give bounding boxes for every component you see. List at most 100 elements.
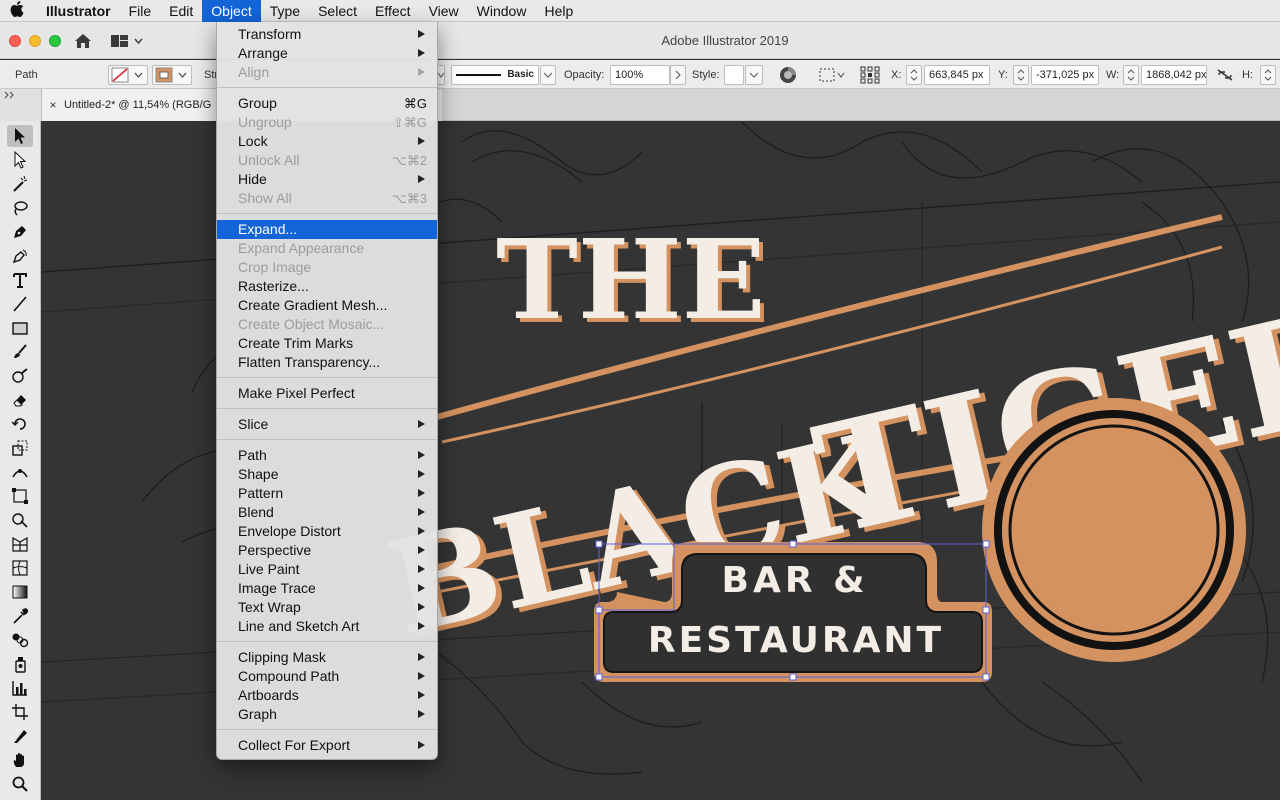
brush-definition-field[interactable]: Basic — [451, 64, 539, 85]
menu-item-hide[interactable]: Hide — [217, 170, 437, 189]
submenu-arrow-icon — [418, 508, 425, 516]
menu-item-group[interactable]: Group ⌘G — [217, 94, 437, 113]
blend-tool-icon[interactable] — [7, 629, 33, 651]
x-stepper[interactable] — [906, 64, 922, 85]
menu-item-line-and-sketch-art[interactable]: Line and Sketch Art — [217, 617, 437, 636]
style-dropdown[interactable] — [745, 64, 763, 85]
menu-item-clipping-mask[interactable]: Clipping Mask — [217, 648, 437, 667]
opacity-input[interactable]: 100% — [610, 64, 670, 85]
x-input[interactable]: 663,845 px — [924, 64, 990, 85]
menu-item-image-trace[interactable]: Image Trace — [217, 579, 437, 598]
recolor-artwork-icon[interactable] — [779, 60, 797, 89]
menu-edit[interactable]: Edit — [160, 0, 202, 22]
menu-object[interactable]: Object — [202, 0, 261, 22]
gradient-tool-icon[interactable] — [7, 581, 33, 603]
apple-menu-icon[interactable] — [0, 0, 34, 21]
menu-item-perspective[interactable]: Perspective — [217, 541, 437, 560]
hand-tool-icon[interactable] — [7, 749, 33, 771]
menu-item-create-object-mosaic: Create Object Mosaic... — [217, 315, 437, 334]
menu-item-create-trim-marks[interactable]: Create Trim Marks — [217, 334, 437, 353]
y-input[interactable]: -371,025 px — [1031, 64, 1099, 85]
menu-item-lock[interactable]: Lock — [217, 132, 437, 151]
slice-tool-icon[interactable] — [7, 725, 33, 747]
fill-swatch[interactable] — [108, 64, 148, 85]
menu-item-create-gradient-mesh[interactable]: Create Gradient Mesh... — [217, 296, 437, 315]
shaper-tool-icon[interactable] — [7, 365, 33, 387]
free-transform-tool-icon[interactable] — [7, 485, 33, 507]
menu-item-expand[interactable]: Expand... — [217, 220, 437, 239]
menu-item-label: Perspective — [238, 542, 312, 558]
artboard-tool-icon[interactable] — [7, 701, 33, 723]
menu-item-arrange[interactable]: Arrange — [217, 44, 437, 63]
selection-tool-icon[interactable] — [7, 125, 33, 147]
menu-item-text-wrap[interactable]: Text Wrap — [217, 598, 437, 617]
menu-illustrator[interactable]: Illustrator — [34, 0, 120, 22]
menu-file[interactable]: File — [120, 0, 161, 22]
menu-type[interactable]: Type — [261, 0, 309, 22]
menu-item-pattern[interactable]: Pattern — [217, 484, 437, 503]
magic-wand-tool-icon[interactable] — [7, 173, 33, 195]
menu-item-slice[interactable]: Slice — [217, 415, 437, 434]
stroke-swatch[interactable] — [152, 64, 192, 85]
column-graph-tool-icon[interactable] — [7, 677, 33, 699]
constrain-proportions-icon[interactable] — [1216, 60, 1234, 89]
menu-item-graph[interactable]: Graph — [217, 705, 437, 724]
menu-item-artboards[interactable]: Artboards — [217, 686, 437, 705]
align-to-icon[interactable] — [818, 60, 846, 89]
reference-point-icon[interactable] — [860, 60, 880, 89]
submenu-arrow-icon — [418, 672, 425, 680]
curvature-tool-icon[interactable] — [7, 245, 33, 267]
collapse-panel-icon[interactable] — [0, 89, 42, 121]
shape-builder-tool-icon[interactable] — [7, 509, 33, 531]
close-tab-icon[interactable]: × — [42, 98, 64, 112]
menu-item-transform[interactable]: Transform — [217, 25, 437, 44]
menu-item-rasterize[interactable]: Rasterize... — [217, 277, 437, 296]
menu-item-make-pixel-perfect[interactable]: Make Pixel Perfect — [217, 384, 437, 403]
submenu-arrow-icon — [418, 603, 425, 611]
menu-item-flatten-transparency[interactable]: Flatten Transparency... — [217, 353, 437, 372]
paintbrush-tool-icon[interactable] — [7, 341, 33, 363]
rectangle-tool-icon[interactable] — [7, 317, 33, 339]
menu-help[interactable]: Help — [535, 0, 582, 22]
symbol-sprayer-tool-icon[interactable] — [7, 653, 33, 675]
menu-item-live-paint[interactable]: Live Paint — [217, 560, 437, 579]
variable-width-dropdown[interactable] — [437, 64, 445, 85]
control-bar: Path Str Basic Opacity: 100% Style: X: 6… — [0, 60, 1280, 89]
line-segment-tool-icon[interactable] — [7, 293, 33, 315]
menu-item-collect-for-export[interactable]: Collect For Export — [217, 736, 437, 755]
rotate-tool-icon[interactable] — [7, 413, 33, 435]
menu-select[interactable]: Select — [309, 0, 366, 22]
direct-selection-tool-icon[interactable] — [7, 149, 33, 171]
brush-dropdown[interactable] — [540, 64, 556, 85]
type-tool-icon[interactable] — [7, 269, 33, 291]
menu-view[interactable]: View — [420, 0, 468, 22]
width-tool-icon[interactable] — [7, 461, 33, 483]
h-stepper[interactable] — [1260, 64, 1276, 85]
eyedropper-tool-icon[interactable] — [7, 605, 33, 627]
lasso-tool-icon[interactable] — [7, 197, 33, 219]
zoom-tool-icon[interactable] — [7, 773, 33, 795]
menu-item-envelope-distort[interactable]: Envelope Distort — [217, 522, 437, 541]
menu-item-label: Create Object Mosaic... — [238, 316, 385, 332]
menu-item-path[interactable]: Path — [217, 446, 437, 465]
menu-item-shape[interactable]: Shape — [217, 465, 437, 484]
w-stepper[interactable] — [1123, 64, 1139, 85]
pen-tool-icon[interactable] — [7, 221, 33, 243]
opacity-arrow-button[interactable] — [670, 64, 686, 85]
scale-tool-icon[interactable] — [7, 437, 33, 459]
submenu-arrow-icon — [418, 420, 425, 428]
menu-item-label: Image Trace — [238, 580, 316, 596]
menu-window[interactable]: Window — [468, 0, 536, 22]
menu-effect[interactable]: Effect — [366, 0, 420, 22]
mesh-tool-icon[interactable] — [7, 557, 33, 579]
menu-item-blend[interactable]: Blend — [217, 503, 437, 522]
perspective-grid-tool-icon[interactable] — [7, 533, 33, 555]
eraser-tool-icon[interactable] — [7, 389, 33, 411]
y-stepper[interactable] — [1013, 64, 1029, 85]
menu-item-compound-path[interactable]: Compound Path — [217, 667, 437, 686]
menu-item-label: Artboards — [238, 687, 299, 703]
w-input[interactable]: 1868,042 px — [1141, 64, 1207, 85]
style-swatch[interactable] — [724, 64, 744, 85]
menu-separator — [217, 724, 437, 736]
menu-item-label: Show All — [238, 190, 292, 206]
